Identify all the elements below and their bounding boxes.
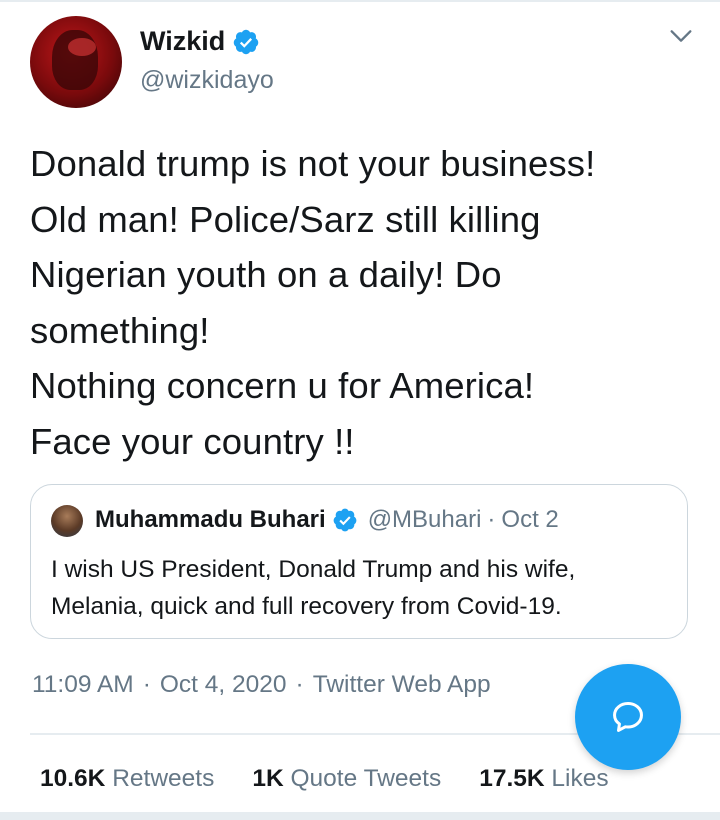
chevron-down-icon[interactable] [667, 22, 695, 50]
quoted-tweet-header: Muhammadu Buhari @MBuhari · Oct 2 [95, 506, 559, 534]
tweet-line: Nothing concern u for America! [30, 365, 535, 406]
tweet-metadata: 11:09 AM · Oct 4, 2020 · Twitter Web App [32, 671, 491, 699]
bottom-divider [0, 812, 720, 820]
avatar-glow [68, 38, 96, 56]
tweet-source[interactable]: Twitter Web App [313, 671, 491, 698]
compose-button[interactable] [575, 664, 681, 770]
verified-badge-icon [333, 508, 357, 532]
retweets-count: 10.6K [40, 765, 106, 792]
top-divider [0, 0, 720, 2]
author-avatar[interactable] [30, 16, 122, 108]
tweet-header: Wizkid @wizkidayo [30, 16, 695, 108]
quoted-author-avatar [51, 505, 83, 537]
tweet-line: Face your country !! [30, 420, 355, 462]
author-handle[interactable]: @wizkidayo [140, 66, 274, 95]
tweet-line: something! [30, 309, 210, 351]
author-name-row: Wizkid [140, 26, 260, 57]
tweet-time[interactable]: 11:09 AM [32, 671, 134, 698]
quoted-separator: · [487, 506, 496, 533]
tweet-line: Nigerian youth on a daily! Do [30, 254, 502, 295]
quoted-line: Melania, quick and full recovery from Co… [51, 593, 562, 620]
quoted-date: Oct 2 [501, 506, 559, 533]
quoted-author-handle: @MBuhari [367, 506, 482, 533]
message-bubble-icon [613, 702, 643, 732]
tweet-line: Old man! Police/Sarz still killing [30, 198, 541, 240]
quoted-line: I wish US President, Donald Trump and hi… [51, 556, 576, 583]
meta-separator: · [142, 671, 151, 698]
quote-tweets-stat[interactable]: 1K Quote Tweets [252, 765, 441, 793]
tweet-date[interactable]: Oct 4, 2020 [160, 671, 287, 698]
likes-stat[interactable]: 17.5K Likes [479, 765, 608, 793]
likes-count: 17.5K [479, 765, 545, 792]
engagement-stats: 10.6K Retweets 1K Quote Tweets 17.5K Lik… [40, 765, 647, 793]
quoted-tweet-text: I wish US President, Donald Trump and hi… [51, 551, 681, 625]
author-name[interactable]: Wizkid [140, 26, 225, 57]
quoted-tweet[interactable]: Muhammadu Buhari @MBuhari · Oct 2 I wish… [30, 484, 688, 639]
tweet-text: Donald trump is not your business! Old m… [30, 136, 700, 469]
quoted-author-name: Muhammadu Buhari [95, 506, 326, 533]
meta-separator: · [295, 671, 304, 698]
quote-tweets-count: 1K [252, 765, 284, 792]
quote-tweets-label: Quote Tweets [290, 765, 442, 792]
retweets-stat[interactable]: 10.6K Retweets [40, 765, 214, 793]
likes-label: Likes [551, 765, 609, 792]
tweet-line: Donald trump is not your business! [30, 143, 596, 184]
retweets-label: Retweets [112, 765, 215, 792]
verified-badge-icon [234, 29, 259, 54]
